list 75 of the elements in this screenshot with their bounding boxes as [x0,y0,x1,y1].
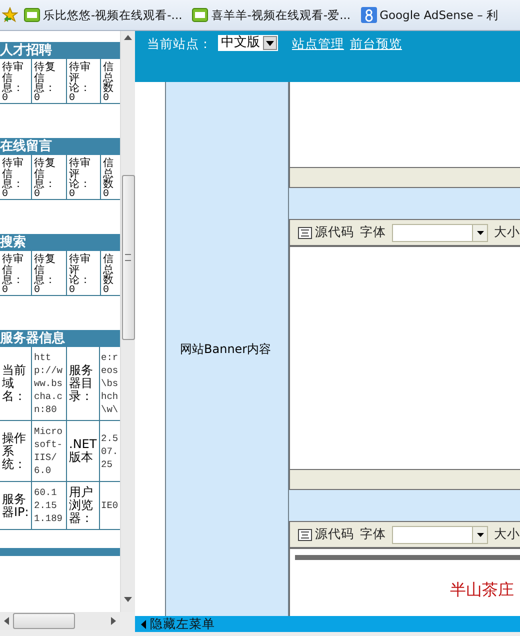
vertical-scrollbar[interactable] [120,31,135,612]
bookmark-link[interactable]: 喜羊羊-视频在线观看-爱... [192,8,351,22]
info-value: IE0 [100,499,120,513]
star-icon[interactable] [2,7,18,23]
info-label: 当前域名： [0,347,32,420]
stat-label: 待审信息： [2,62,25,94]
stat-label: 信总数 [103,62,115,94]
stat-label: 待复信息： [34,158,57,190]
site-label: 当前站点： [147,36,212,53]
document-icon [298,528,312,540]
stat-value: 0 [34,190,42,200]
stat-label: 待审评论： [69,62,92,94]
scroll-up-icon[interactable] [124,35,132,40]
dropdown-icon [476,532,484,536]
stat-value: 0 [2,190,10,200]
info-value: 2.507.25 [100,432,120,472]
document-icon [298,226,312,238]
info-label: 操作系统： [0,421,32,481]
field-label: 网站Banner内容 [180,340,272,358]
stat-label: 待审信息： [2,254,25,286]
caret-left-icon [141,620,146,628]
stat-value: 0 [34,94,42,104]
font-select[interactable] [392,224,488,242]
info-label: .NET版本 [67,421,100,481]
tv-icon [24,8,40,22]
editor-text: 半山茶庄 [450,580,515,601]
rich-text-editor[interactable] [289,82,520,188]
font-label: 字体 [360,224,386,241]
font-select[interactable] [392,526,488,544]
stat-value: 0 [69,286,76,296]
bookmark-link[interactable]: Google AdSense – 利 [360,7,499,23]
section-header: 人才招聘 [0,42,120,59]
section-header: 搜索 [0,234,120,251]
info-value: Microsoft-IIS/6.0 [32,421,67,481]
font-label: 字体 [360,526,386,543]
rich-text-editor[interactable]: 源代码 字体 大小 半山茶庄 [289,521,520,616]
rich-text-editor[interactable]: 源代码 字体 大小 [289,219,520,490]
stat-value: 0 [2,286,10,296]
stat-label: 信总数 [103,254,115,286]
source-code-button[interactable]: 源代码 [298,526,354,543]
size-label: 大小 [494,526,520,543]
stat-label: 待审信息： [2,158,25,190]
section-header: 服务器信息 [0,330,120,347]
size-label: 大小 [494,224,520,241]
dropdown-icon [476,230,484,234]
scroll-thumb[interactable] [13,613,75,629]
stat-value: 0 [103,286,110,296]
stat-value: 0 [103,94,110,104]
info-value: http://www.bscha.cn:80 [32,347,67,420]
stat-label: 待审评论： [69,158,92,190]
scroll-right-icon[interactable] [111,617,116,625]
stat-label: 待审评论： [69,254,92,286]
dropdown-icon [266,40,274,46]
stat-value: 0 [69,190,76,200]
stat-value: 0 [2,94,10,104]
site-select[interactable]: 中文版 [218,35,278,51]
scroll-thumb[interactable] [122,175,134,340]
info-label: 服务器目录： [67,347,100,420]
scroll-left-icon[interactable] [4,617,9,625]
stat-value: 0 [103,190,110,200]
scroll-down-icon[interactable] [124,597,132,602]
stat-value: 0 [34,286,42,296]
info-value: 60.12.151.189 [32,482,67,529]
stat-value: 0 [69,94,76,104]
stat-label: 待复信息： [34,62,57,94]
info-label: 服务器IP: [0,482,32,529]
tv-icon [192,8,208,22]
stat-label: 信总数 [103,158,115,190]
source-code-button[interactable]: 源代码 [298,224,354,241]
hide-menu-button[interactable]: 隐藏左菜单 [135,616,215,632]
section-header: 在线留言 [0,138,120,155]
bookmark-link[interactable]: 乐比悠悠-视频在线观看-... [24,8,182,22]
info-label: 用户浏览器： [67,482,100,529]
stat-label: 待复信息： [34,254,57,286]
info-value: e:reos\bshch\w\ [100,351,120,417]
